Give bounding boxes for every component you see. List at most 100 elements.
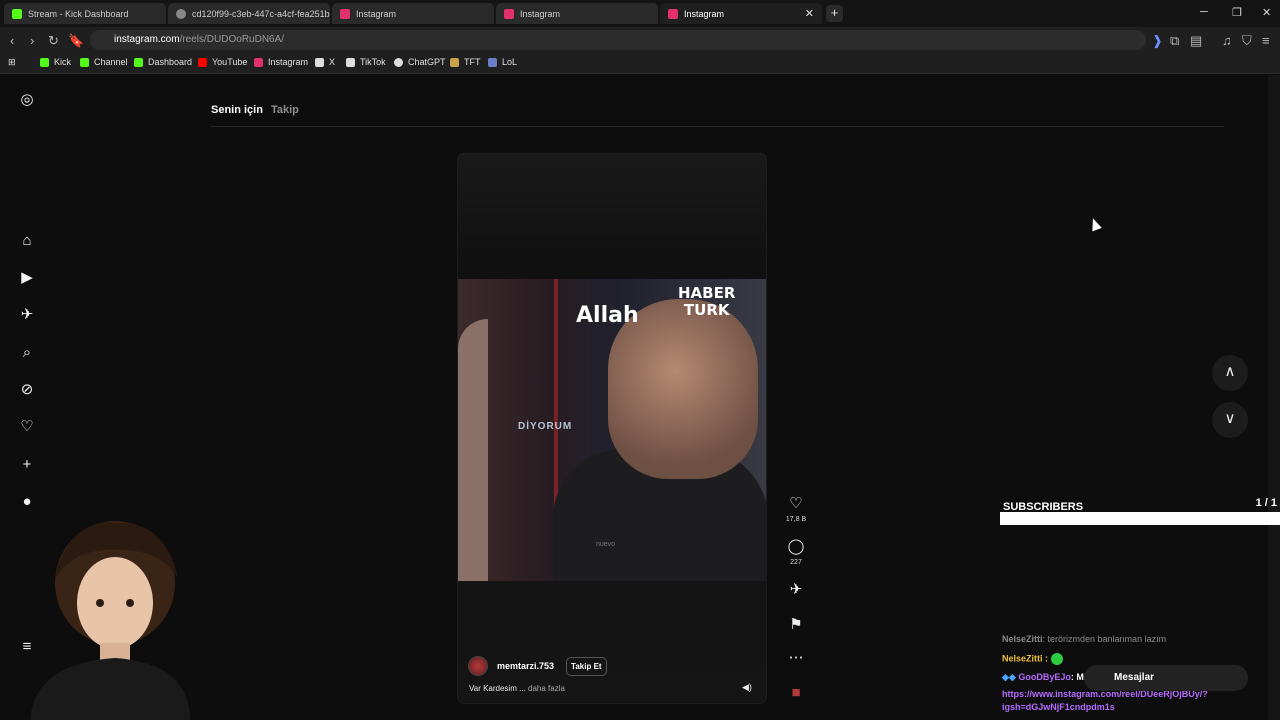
media-icon[interactable]: ♫ [1222,33,1232,48]
tft-icon [450,57,459,67]
apps-grid-icon[interactable]: ⊞ [8,57,16,68]
username[interactable]: memtarzi.753 [497,661,554,671]
reel-card[interactable]: Allah HABER TURK DİYORUM nuevo memtarzi.7… [457,153,767,704]
streamer-avatar [30,521,190,720]
bookmark-chatgpt[interactable]: ChatGPT [394,57,446,67]
x-icon [315,57,324,67]
bookmark-label: Kick [54,57,72,67]
tab-strip: Stream - Kick Dashboard cd120f99-c3eb-44… [0,0,1280,27]
instagram-icon [340,8,350,19]
like-count: 17,8 B [785,516,807,523]
heart-icon[interactable]: ♡ [18,418,36,436]
bookmark-channel[interactable]: Channel [80,57,128,67]
caption-text: Var Kardesim ... [469,684,526,693]
reel-caption: Var Kardesim ... daha fazla [469,684,565,693]
bookmark-tft[interactable]: TFT [450,57,481,67]
feed-divider [211,126,1224,127]
page-scrollbar[interactable] [1268,75,1280,720]
video-lower-text: DİYORUM [518,421,573,432]
chat-message: NelseZitti : [1002,653,1264,665]
avatar[interactable] [468,656,488,676]
comment-icon[interactable]: ◯ [784,537,808,555]
more-link[interactable]: daha fazla [528,684,565,693]
address-bar-row: ‹ › ↻ 🔖 instagram.com/reels/DUDOoRuDN6A/… [0,27,1280,53]
kick-icon [134,57,143,67]
bookmark-kick[interactable]: Kick [40,57,71,67]
video-person-left [458,319,488,581]
tiktok-icon [346,57,355,67]
audio-thumbnail-icon[interactable]: ■ [784,684,808,701]
reel-author: memtarzi.753 Takip Et [468,656,607,676]
subscribers-goal: SUBSCRIBERS 1 / 1 [1000,497,1280,525]
bookmark-youtube[interactable]: YouTube [198,57,247,67]
url-path: /reels/DUDOoRuDN6A/ [179,34,285,45]
back-icon[interactable]: ‹ [10,33,14,48]
menu-icon[interactable]: ≡ [1262,33,1270,48]
next-reel-button[interactable]: ∨ [1212,402,1248,438]
restore-icon[interactable]: ❐ [1232,6,1242,19]
reels-icon[interactable]: ▶ [18,269,36,287]
like-icon[interactable]: ♡ [784,494,808,512]
chat-user: GooDByEJo [1018,672,1071,682]
sidebar-icon[interactable]: ▤ [1190,33,1202,49]
feed-tabs: Senin için Takip [211,104,307,116]
bookmark-label: ChatGPT [408,57,446,67]
bookmark-label: TFT [464,57,481,67]
tab-instagram-1[interactable]: Instagram [332,3,494,24]
tab-following[interactable]: Takip [271,104,299,116]
reel-video[interactable]: Allah HABER TURK DİYORUM nuevo [458,279,766,581]
tab-for-you[interactable]: Senin için [211,104,263,116]
save-icon[interactable]: ⚑ [784,615,808,633]
home-icon[interactable]: ⌂ [18,232,36,250]
previous-reel-button[interactable]: ∧ [1212,355,1248,391]
puzzle-icon[interactable]: ⧉ [1170,33,1179,49]
extension-icon[interactable]: ❱ [1152,33,1163,49]
send-icon[interactable]: ✈ [18,306,36,324]
tab-label: Stream - Kick Dashboard [28,8,129,19]
tab-uuid[interactable]: cd120f99-c3eb-447c-a4cf-fea251b1e [168,3,330,24]
chat-text: : terörizmden banlanman lazım [1042,634,1167,644]
bookmark-label: X [329,57,336,67]
chat-link[interactable]: https://www.instagram.com/reel/DUeeRjOjB… [1002,689,1208,712]
bookmark-lol[interactable]: LoL [488,57,517,67]
follow-button[interactable]: Takip Et [566,656,607,676]
messages-button[interactable]: Mesajlar [1084,665,1248,691]
tab-instagram-active[interactable]: Instagram ✕ [660,3,822,24]
instagram-logo-icon[interactable]: ◎ [18,91,36,109]
instagram-icon [668,8,678,19]
bookmark-label: Dashboard [148,57,193,67]
lol-icon [488,57,497,67]
window-close-icon[interactable]: ✕ [1262,6,1271,19]
new-tab-button[interactable]: + [826,5,843,22]
vpn-icon[interactable]: ⛉ [1242,33,1252,49]
create-icon[interactable]: + [18,456,36,474]
messages-label: Mesajlar [1114,672,1155,683]
bookmark-x[interactable]: X [315,57,335,67]
tab-kick-dashboard[interactable]: Stream - Kick Dashboard [4,3,166,24]
chat-user: NelseZitti : [1002,653,1049,664]
reload-icon[interactable]: ↻ [48,33,59,49]
url-field[interactable]: instagram.com/reels/DUDOoRuDN6A/ [90,30,1146,50]
tab-instagram-2[interactable]: Instagram [496,3,658,24]
instagram-icon [254,57,263,67]
chat-message: https://www.instagram.com/reel/DUeeRjOjB… [1002,688,1264,714]
kick-icon [80,57,89,67]
subscribers-progress-bar [1000,512,1280,525]
share-icon[interactable]: ✈ [784,580,808,598]
close-tab-icon[interactable]: ✕ [805,7,814,20]
forward-icon[interactable]: › [30,33,34,48]
bookmark-icon[interactable]: 🔖 [68,33,84,49]
more-options-icon[interactable]: ⋯ [784,648,808,666]
tab-label: Instagram [356,8,397,19]
minimize-icon[interactable]: ─ [1200,6,1208,18]
emote-icon [1050,653,1063,665]
bookmarks-bar: ⊞ Kick Channel Dashboard YouTube Instagr… [0,53,1280,74]
bookmark-tiktok[interactable]: TikTok [346,57,386,67]
bookmark-instagram[interactable]: Instagram [254,57,308,67]
bookmark-dashboard[interactable]: Dashboard [134,57,192,67]
mute-icon[interactable]: ◀) [742,682,752,693]
youtube-icon [198,57,207,67]
explore-icon[interactable]: ⊘ [18,381,36,399]
search-icon[interactable]: ⌕ [18,344,36,362]
kick-icon [40,57,49,67]
